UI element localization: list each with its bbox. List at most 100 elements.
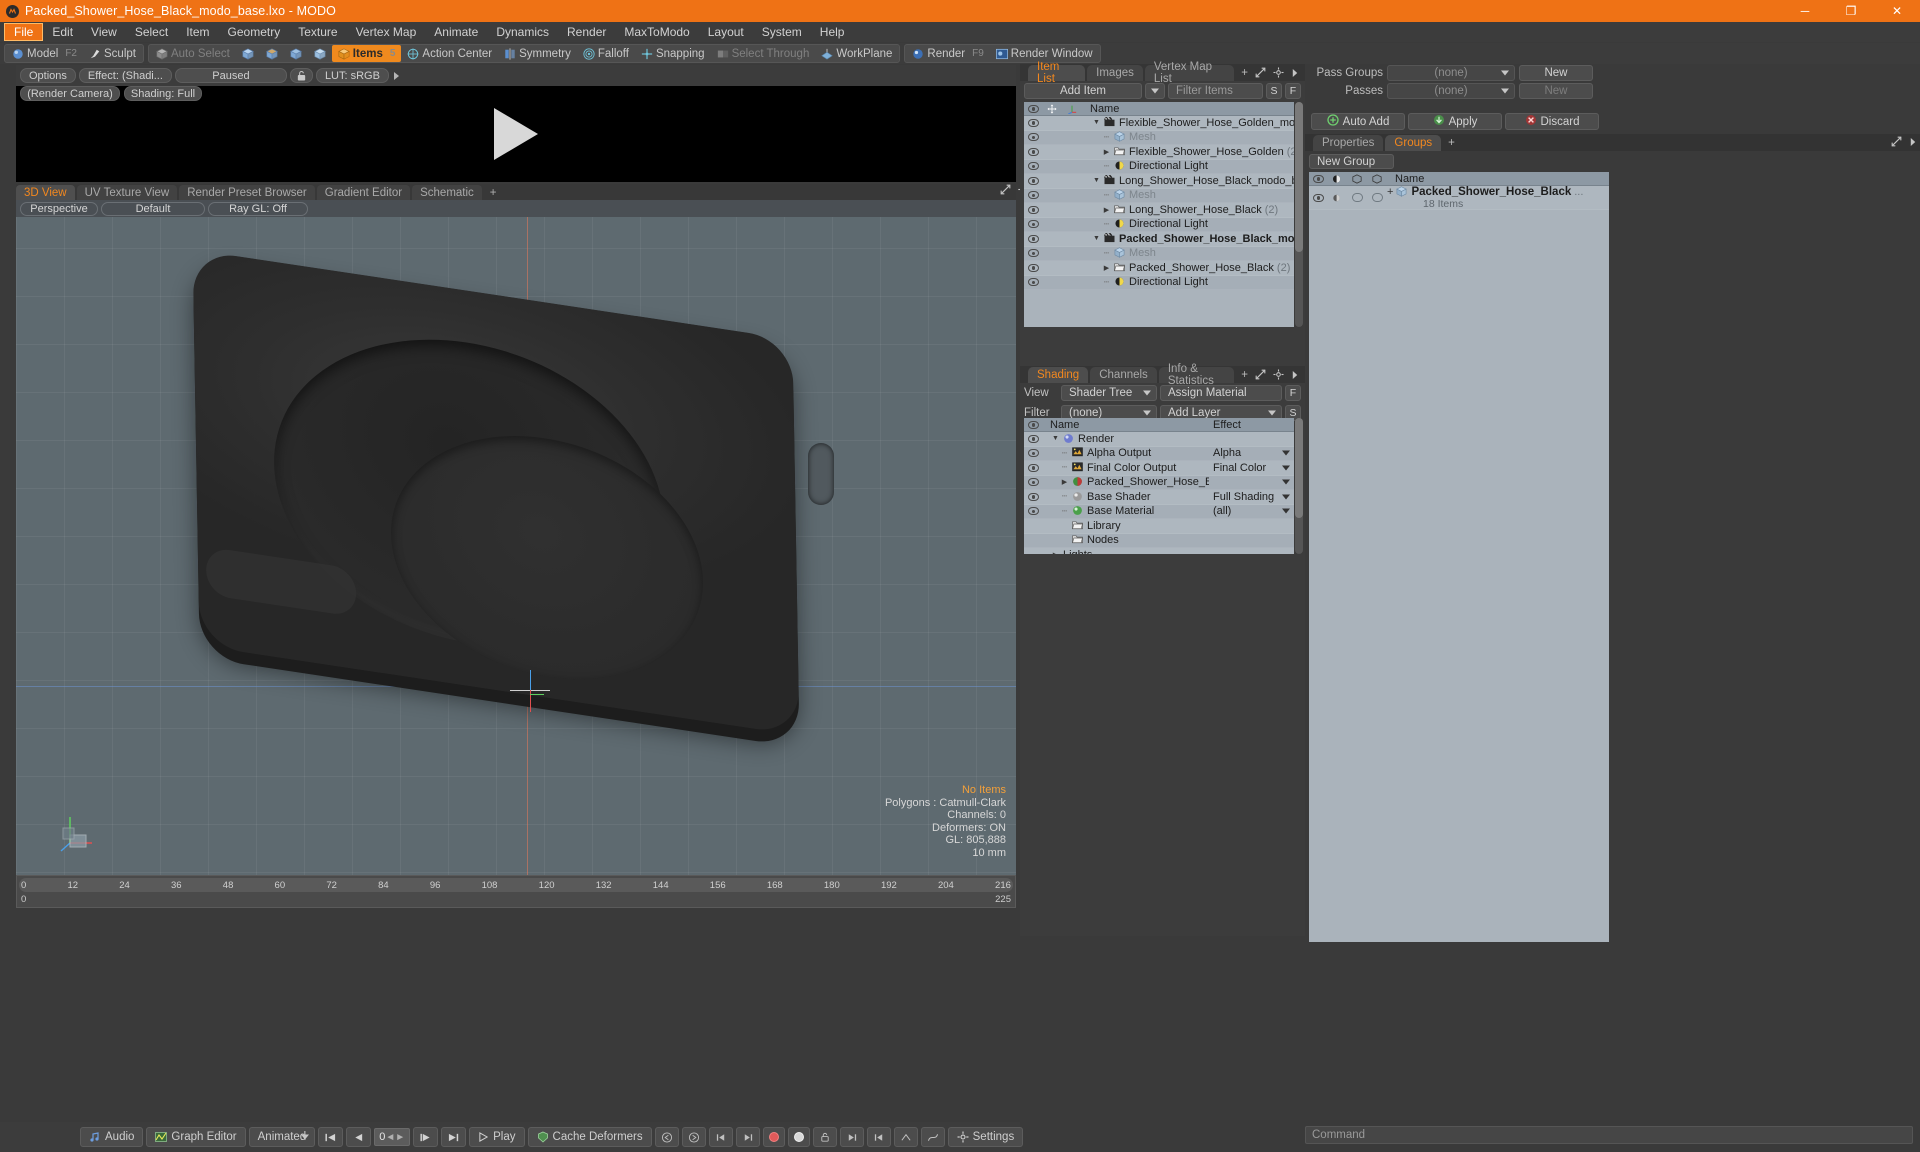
- filter-f-button[interactable]: F: [1285, 83, 1301, 99]
- auto-add-button[interactable]: Auto Add: [1311, 113, 1405, 130]
- shading-f-button[interactable]: F: [1285, 385, 1301, 401]
- shader-tree[interactable]: Name Effect ▼ Render ┄ Alpha Output Alpha ┄ Fi…: [1024, 418, 1294, 554]
- new-group-button[interactable]: New Group: [1309, 154, 1394, 169]
- play-button[interactable]: Play: [469, 1127, 525, 1147]
- groups-tab-properties[interactable]: Properties: [1313, 135, 1384, 151]
- item-list-tree[interactable]: Name ▼ Flexible_Shower_Hose_Golden_modo_b…: [1024, 102, 1294, 327]
- toolbar-auto-select-button[interactable]: Auto Select: [150, 45, 236, 62]
- menu-item-animate[interactable]: Animate: [425, 23, 487, 41]
- filter-s-button[interactable]: S: [1266, 83, 1282, 99]
- row-twisty-icon[interactable]: ┄: [1102, 132, 1111, 143]
- menu-item-geometry[interactable]: Geometry: [219, 23, 290, 41]
- key-lock-button[interactable]: [812, 1127, 837, 1147]
- row-visibility-toggle[interactable]: [1024, 205, 1042, 214]
- menu-item-item[interactable]: Item: [177, 23, 218, 41]
- step-back-button[interactable]: [346, 1127, 372, 1147]
- gear-icon[interactable]: [1273, 67, 1284, 81]
- menu-item-edit[interactable]: Edit: [43, 23, 82, 41]
- menu-item-texture[interactable]: Texture: [289, 23, 346, 41]
- row-twisty-icon[interactable]: ┄: [1102, 219, 1111, 230]
- row-effect-cell[interactable]: (all): [1209, 505, 1294, 517]
- item-list-row[interactable]: ┄ Mesh: [1024, 130, 1294, 145]
- toolbar-items-button[interactable]: Items 5: [331, 45, 402, 62]
- toolbar-falloff-button[interactable]: Falloff: [577, 45, 635, 62]
- pass-groups-new-button[interactable]: New: [1519, 65, 1593, 81]
- menu-item-layout[interactable]: Layout: [699, 23, 753, 41]
- row-lock-cell[interactable]: [1327, 193, 1347, 203]
- filter-items-input[interactable]: Filter Items: [1168, 83, 1263, 99]
- row-twisty-icon[interactable]: ┄: [1102, 190, 1111, 201]
- row-visibility-toggle[interactable]: [1024, 220, 1042, 229]
- frame-spinner-icon[interactable]: ◄►: [385, 1132, 405, 1143]
- item-list-row[interactable]: ▶ Long_Shower_Hose_Black (2): [1024, 203, 1294, 218]
- row-visibility-toggle[interactable]: [1024, 434, 1042, 443]
- shading-tab-channels[interactable]: Channels: [1090, 367, 1157, 383]
- passes-dropdown[interactable]: (none): [1387, 83, 1515, 99]
- render-preview-more-arrow-icon[interactable]: [393, 71, 399, 80]
- toolbar-select-through-button[interactable]: Select Through: [711, 45, 816, 62]
- shader-tree-row[interactable]: ┄ Alpha Output Alpha: [1024, 446, 1294, 461]
- item-list-tab-vertex-map-list[interactable]: Vertex Map List: [1144, 61, 1235, 85]
- passes-new-button[interactable]: New: [1519, 83, 1593, 99]
- item-list-row[interactable]: ▶ Flexible_Shower_Hose_Golden (2): [1024, 145, 1294, 160]
- menu-item-dynamics[interactable]: Dynamics: [487, 23, 558, 41]
- item-list-row[interactable]: ▼ Flexible_Shower_Hose_Golden_modo_b ...: [1024, 116, 1294, 131]
- row-visibility-toggle[interactable]: [1024, 492, 1042, 501]
- graph-editor-button[interactable]: Graph Editor: [146, 1127, 246, 1147]
- fit-icon[interactable]: [1255, 369, 1266, 383]
- row-visibility-toggle[interactable]: [1024, 162, 1042, 171]
- command-input[interactable]: Command: [1305, 1126, 1913, 1144]
- audio-button[interactable]: Audio: [80, 1127, 144, 1147]
- timeline-ruler[interactable]: 0 12 24 36 48 60 72 84 96 108 120 132 144 156 168 180 19…: [16, 875, 1016, 908]
- menu-item-help[interactable]: Help: [811, 23, 854, 41]
- view-dropdown[interactable]: Shader Tree: [1061, 385, 1157, 401]
- fit-icon[interactable]: [1255, 67, 1266, 81]
- render-status-button[interactable]: Paused: [174, 68, 287, 83]
- item-list-tab-images[interactable]: Images: [1087, 65, 1143, 81]
- row-twisty-icon[interactable]: ▶: [1102, 264, 1111, 272]
- row-visibility-toggle[interactable]: [1024, 463, 1042, 472]
- row-visibility-toggle[interactable]: [1024, 249, 1042, 258]
- row-twisty-icon[interactable]: ▼: [1092, 119, 1101, 126]
- shading-tab-shading[interactable]: Shading: [1028, 367, 1089, 383]
- item-list-tab-item-list[interactable]: Item List: [1028, 61, 1086, 85]
- toolbar-edge-cube-icon-icon[interactable]: [260, 45, 284, 62]
- arrow-right-icon[interactable]: [1291, 67, 1299, 81]
- shader-tree-row[interactable]: Library: [1024, 519, 1294, 534]
- item-list-scrollbar[interactable]: [1295, 102, 1303, 327]
- add-item-button[interactable]: Add Item: [1024, 83, 1142, 99]
- step-forward-button[interactable]: [413, 1127, 439, 1147]
- viewport-tab-schematic[interactable]: Schematic: [412, 185, 482, 200]
- row-twisty-icon[interactable]: ▶: [1102, 148, 1111, 156]
- apply-button[interactable]: Apply: [1408, 113, 1502, 130]
- shader-tree-row[interactable]: ▼ Render: [1024, 432, 1294, 447]
- item-list-row[interactable]: ┄ Mesh: [1024, 246, 1294, 261]
- toolbar-symmetry-button[interactable]: Symmetry: [498, 45, 577, 62]
- row-twisty-icon[interactable]: ┄: [1060, 448, 1069, 459]
- row-twisty-icon[interactable]: ┄: [1060, 491, 1069, 502]
- row-visibility-toggle[interactable]: [1024, 507, 1042, 516]
- toolbar-polygon-cube-icon-icon[interactable]: [284, 45, 308, 62]
- discard-button[interactable]: Discard: [1505, 113, 1599, 130]
- menu-item-select[interactable]: Select: [126, 23, 177, 41]
- key-prev-button[interactable]: [654, 1127, 679, 1147]
- row-twisty-icon[interactable]: ┄: [1102, 161, 1111, 172]
- row-box-b-checkbox[interactable]: [1367, 193, 1387, 202]
- key-next-button[interactable]: [681, 1127, 706, 1147]
- groups-tab-groups[interactable]: Groups: [1385, 135, 1442, 151]
- toolbar-snapping-button[interactable]: Snapping: [635, 45, 711, 62]
- play-triangle-icon[interactable]: [494, 108, 538, 160]
- settings-button[interactable]: Settings: [947, 1127, 1024, 1147]
- menu-item-render[interactable]: Render: [558, 23, 615, 41]
- item-list-row[interactable]: ┄ Directional Light: [1024, 217, 1294, 232]
- auto-key-button[interactable]: [893, 1127, 918, 1147]
- render-options-button[interactable]: Options: [20, 68, 76, 83]
- row-expand-plus-icon[interactable]: +: [1387, 186, 1393, 198]
- row-box-a-checkbox[interactable]: [1347, 193, 1367, 202]
- viewport-tab-gradient-editor[interactable]: Gradient Editor: [316, 185, 411, 200]
- viewport-tool-ray-gl-off[interactable]: Ray GL: Off: [208, 201, 308, 216]
- toolbar-render-window-button[interactable]: Render Window: [990, 45, 1099, 62]
- row-effect-cell[interactable]: Final Color: [1209, 462, 1294, 474]
- key-create-button[interactable]: [762, 1127, 785, 1147]
- row-visibility-toggle[interactable]: [1024, 278, 1042, 287]
